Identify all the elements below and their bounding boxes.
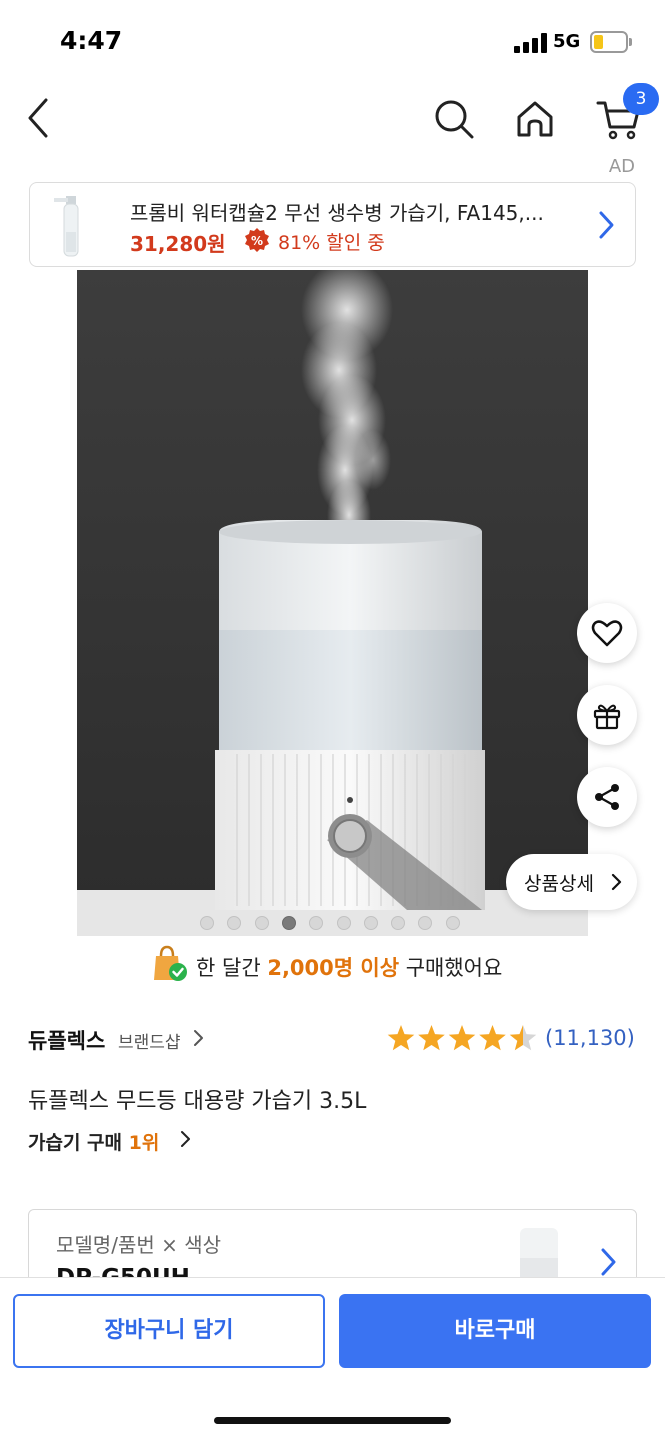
battery-icon (590, 31, 632, 53)
social-prefix: 한 달간 (196, 956, 261, 980)
percent-badge-icon: % (245, 228, 269, 252)
svg-text:%: % (251, 234, 263, 248)
gift-icon (593, 704, 621, 730)
chevron-right-icon (601, 1248, 616, 1276)
star-icon (387, 1025, 415, 1051)
home-icon[interactable] (513, 97, 557, 141)
chevron-right-icon[interactable] (180, 1130, 191, 1148)
carousel-dot[interactable] (445, 916, 460, 930)
share-icon (595, 784, 619, 810)
add-to-cart-button[interactable]: 장바구니 담기 (13, 1294, 325, 1368)
ad-title: 프롬비 워터캡슐2 무선 생수병 가습기, FA145,... (130, 201, 544, 225)
home-indicator[interactable] (214, 1417, 451, 1424)
purchase-social-proof: 한 달간 2,000명 이상 구매했어요 (150, 944, 570, 984)
back-icon[interactable] (22, 96, 58, 140)
carousel-dot[interactable] (363, 916, 378, 930)
option-label: 모델명/품번 × 색상 (56, 1233, 222, 1257)
status-bar: 4:47 5G (0, 0, 665, 80)
star-icon (418, 1025, 445, 1051)
ad-discount: 81% 할인 중 (278, 232, 385, 254)
ad-price: 31,280원 (130, 232, 226, 256)
bottom-action-bar: 장바구니 담기 바로구매 (0, 1277, 665, 1440)
ad-label: AD (608, 156, 635, 177)
carousel-dot[interactable] (200, 916, 214, 930)
wishlist-button[interactable] (577, 603, 637, 663)
product-detail-button[interactable]: 상품상세 (506, 854, 637, 910)
heart-icon (591, 620, 623, 647)
carousel-dot[interactable] (309, 916, 324, 930)
category-rank-prefix: 가습기 구매 (28, 1132, 123, 1154)
category-rank[interactable]: 가습기 구매 1위 (28, 1128, 159, 1155)
cart-count-badge: 3 (623, 83, 659, 115)
share-button[interactable] (577, 767, 637, 827)
top-nav (0, 80, 665, 160)
carousel-dot[interactable] (391, 916, 406, 930)
product-detail-label: 상품상세 (524, 873, 594, 895)
carousel-dots[interactable] (200, 915, 470, 931)
product-image[interactable] (77, 270, 588, 936)
ad-banner[interactable]: 프롬비 워터캡슐2 무선 생수병 가습기, FA145,... 31,280원 … (29, 182, 636, 267)
review-count[interactable]: (11,130) (545, 1026, 635, 1050)
gift-button[interactable] (577, 685, 637, 745)
star-icon (448, 1025, 476, 1051)
rating-stars[interactable] (386, 1024, 538, 1054)
carousel-dot[interactable] (227, 916, 242, 930)
ad-product-thumbnail (54, 196, 79, 257)
shopping-bag-check-icon (154, 945, 187, 981)
chevron-right-icon (611, 873, 622, 891)
social-proof-text: 한 달간 2,000명 이상 구매했어요 (196, 952, 502, 982)
star-icon (479, 1025, 506, 1051)
brand-name[interactable]: 듀플렉스 (28, 1025, 105, 1055)
social-suffix: 구매했어요 (405, 956, 503, 980)
brand-shop-link[interactable]: 브랜드샵 (118, 1028, 181, 1053)
chevron-right-icon[interactable] (193, 1029, 204, 1047)
category-rank-value: 1위 (128, 1132, 160, 1154)
signal-icon (514, 33, 548, 53)
carousel-dot[interactable] (254, 916, 269, 930)
network-type: 5G (553, 31, 581, 52)
product-title: 듀플렉스 무드등 대용량 가습기 3.5L (28, 1089, 367, 1114)
search-icon[interactable] (432, 97, 476, 141)
star-icon (509, 1025, 537, 1051)
carousel-dot[interactable] (281, 916, 296, 930)
social-highlight: 2,000명 이상 (267, 956, 400, 980)
carousel-dot[interactable] (336, 916, 351, 930)
chevron-right-icon[interactable] (596, 209, 616, 241)
buy-now-button[interactable]: 바로구매 (339, 1294, 651, 1368)
carousel-dot[interactable] (418, 916, 433, 930)
status-time: 4:47 (60, 26, 123, 55)
